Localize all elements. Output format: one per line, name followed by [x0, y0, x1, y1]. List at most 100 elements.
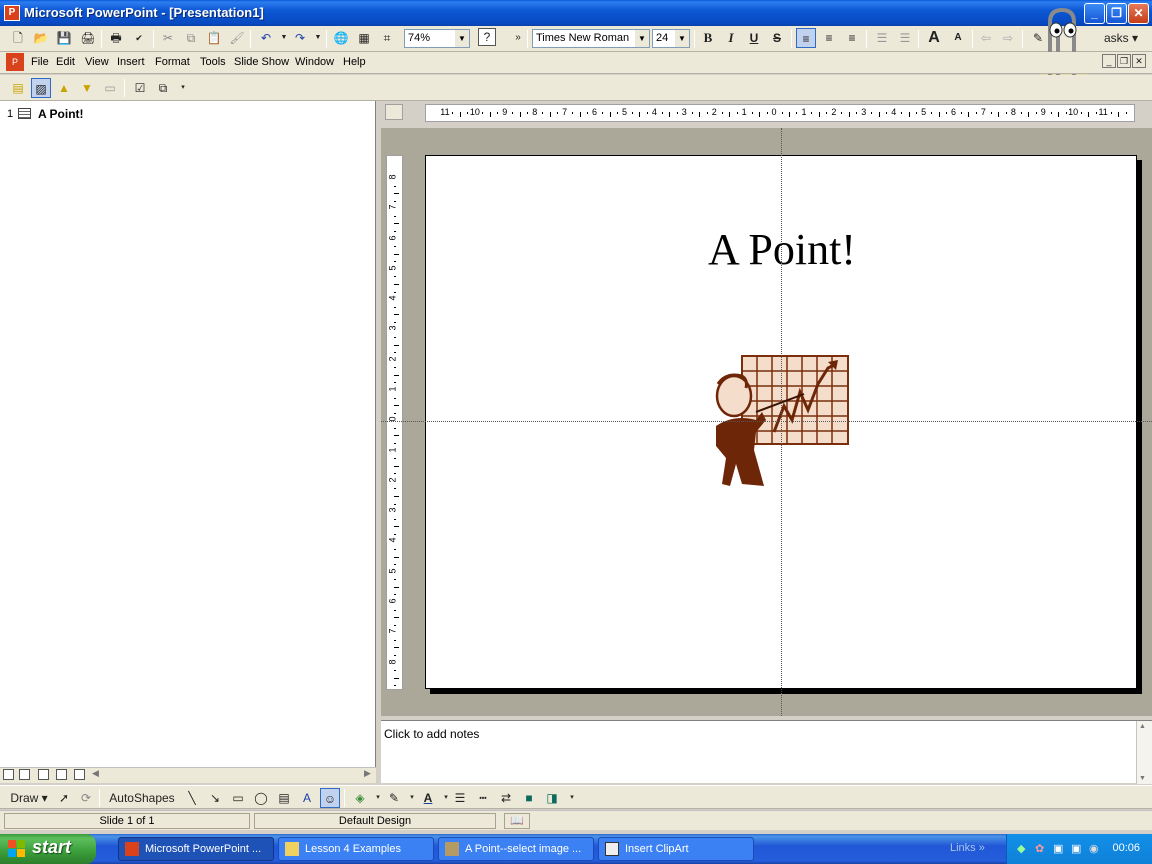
print-icon[interactable]: 🖶	[106, 28, 126, 48]
powerpoint-icon[interactable]: P	[4, 5, 20, 21]
undo-icon[interactable]: ↶	[256, 28, 276, 48]
line-color-icon[interactable]: ✎	[384, 788, 404, 808]
network-icon[interactable]: ▣	[1053, 842, 1063, 855]
restore-button[interactable]: ❐	[1106, 3, 1127, 24]
insert-table-icon[interactable]: ▦	[354, 28, 374, 48]
dash-style-icon[interactable]: ┅	[473, 788, 493, 808]
toolbar-options-icon[interactable]: ▾	[562, 788, 582, 808]
italic-button[interactable]: I	[721, 28, 741, 48]
bold-button[interactable]: B	[698, 28, 718, 48]
demote-icon[interactable]: ⇨	[998, 28, 1018, 48]
text-box-icon[interactable]: ▤	[274, 788, 294, 808]
spelling-status-icon[interactable]: 📖	[504, 813, 530, 829]
taskbar-paint[interactable]: A Point--select image ...	[438, 837, 594, 861]
numbering-icon[interactable]: ☰	[872, 28, 892, 48]
horizontal-guide[interactable]	[381, 421, 1152, 422]
save-icon[interactable]: 💾	[54, 28, 74, 48]
scroll-up-icon[interactable]: ▲	[1139, 723, 1146, 730]
doc-minimize-button[interactable]: _	[1102, 54, 1116, 68]
clipart-businessman-chart-icon[interactable]	[712, 354, 852, 490]
move-up-icon[interactable]: ▲	[54, 78, 74, 98]
redo-dropdown-icon[interactable]: ▼	[308, 28, 328, 48]
doc-close-button[interactable]: ✕	[1132, 54, 1146, 68]
free-rotate-icon[interactable]: ⟳	[76, 788, 96, 808]
slide-show-view-icon[interactable]	[74, 769, 85, 780]
start-button[interactable]: start	[0, 834, 96, 864]
autoshapes-button[interactable]: AutoShapes ▾	[106, 788, 178, 825]
taskbar-powerpoint[interactable]: Microsoft PowerPoint ...	[118, 837, 274, 861]
open-folder-icon[interactable]: 📂	[31, 28, 51, 48]
bullets-icon[interactable]: ☰	[895, 28, 915, 48]
scroll-right-icon[interactable]: ▶	[364, 768, 371, 779]
copy-icon[interactable]: ⧉	[181, 28, 201, 48]
outline-pane[interactable]: 1 A Point!	[0, 101, 376, 767]
vertical-guide[interactable]	[781, 128, 782, 716]
insert-clipart-icon[interactable]: ☺	[320, 788, 340, 808]
taskbar-lesson-folder[interactable]: Lesson 4 Examples	[278, 837, 434, 861]
shadow-style-icon[interactable]: ■	[519, 788, 539, 808]
close-button[interactable]: ✕	[1128, 3, 1149, 24]
cut-icon[interactable]: ✂	[158, 28, 178, 48]
draw-menu-button[interactable]: Draw ▾	[8, 788, 50, 808]
slide-title[interactable]: A Point!	[426, 224, 1138, 275]
menu-file[interactable]: File	[31, 56, 49, 68]
menu-slide-show[interactable]: Slide Show	[234, 56, 289, 68]
menu-tools[interactable]: Tools	[200, 56, 226, 68]
menu-edit[interactable]: Edit	[56, 56, 75, 68]
help-icon[interactable]: ?	[478, 28, 496, 46]
shadow-button[interactable]: S	[767, 28, 787, 48]
toolbar-options-icon[interactable]: ▾	[173, 78, 193, 98]
redo-icon[interactable]: ↷	[290, 28, 310, 48]
font-size-combo[interactable]: 24 ▼	[652, 29, 690, 48]
promote-icon[interactable]: ⇦	[976, 28, 996, 48]
slide-sorter-view-icon[interactable]	[56, 769, 67, 780]
decrease-font-icon[interactable]: A	[948, 28, 968, 48]
document-icon[interactable]: P	[6, 53, 24, 71]
insert-chart-icon[interactable]: ⌗	[377, 28, 397, 48]
wordart-icon[interactable]: A	[297, 788, 317, 808]
select-pointer-icon[interactable]: ➚	[54, 788, 74, 808]
align-left-icon[interactable]: ≡	[796, 28, 816, 48]
font-color-icon[interactable]: A	[418, 788, 438, 808]
chevron-down-icon[interactable]: ▼	[455, 30, 469, 47]
menu-view[interactable]: View	[85, 56, 109, 68]
normal-view-icon[interactable]	[3, 769, 14, 780]
increase-font-icon[interactable]: A	[924, 28, 944, 48]
zoom-combo[interactable]: 74% ▼	[404, 29, 470, 48]
slide-view-icon[interactable]	[38, 769, 49, 780]
oval-icon[interactable]: ◯	[251, 788, 271, 808]
font-name-combo[interactable]: Times New Roman ▼	[532, 29, 650, 48]
3d-style-icon[interactable]: ◨	[542, 788, 562, 808]
format-painter-icon[interactable]: 🖌	[227, 28, 247, 48]
summary-slide-icon[interactable]: ▤	[8, 78, 28, 98]
scroll-down-icon[interactable]: ▼	[1139, 775, 1146, 782]
line-icon[interactable]: ╲	[182, 788, 202, 808]
clock[interactable]: 00:06	[1112, 842, 1140, 854]
outline-view-icon[interactable]	[19, 769, 30, 780]
underline-button[interactable]: U	[744, 28, 764, 48]
notes-scrollbar[interactable]: ▲ ▼	[1136, 721, 1152, 784]
scroll-left-icon[interactable]: ◀	[92, 768, 99, 779]
doc-restore-button[interactable]: ❐	[1117, 54, 1131, 68]
collapse-icon[interactable]: ▭	[100, 78, 120, 98]
rectangle-icon[interactable]: ▭	[228, 788, 248, 808]
taskbar-insert-clipart[interactable]: Insert ClipArt	[598, 837, 754, 861]
menu-insert[interactable]: Insert	[117, 56, 145, 68]
new-document-icon[interactable]: 🗋	[8, 28, 28, 48]
show-formatting-icon[interactable]: ▨	[31, 78, 51, 98]
align-center-icon[interactable]: ≡	[819, 28, 839, 48]
toolbar-options-icon[interactable]: »	[508, 28, 528, 48]
hyperlink-icon[interactable]: 🌐	[331, 28, 351, 48]
links-toolbar[interactable]: Links »	[950, 842, 985, 854]
menu-window[interactable]: Window	[295, 56, 334, 68]
arrow-icon[interactable]: ↘	[205, 788, 225, 808]
spelling-icon[interactable]: ✔	[129, 28, 149, 48]
outline-slide-title[interactable]: A Point!	[38, 107, 84, 121]
line-style-icon[interactable]: ☰	[450, 788, 470, 808]
permission-icon[interactable]: 🖨	[78, 28, 98, 48]
chevron-down-icon[interactable]: ▼	[635, 30, 649, 47]
expand-all-icon[interactable]: ⧉	[153, 78, 173, 98]
arrow-style-icon[interactable]: ⇄	[496, 788, 516, 808]
volume-icon[interactable]: ◉	[1089, 842, 1099, 855]
fill-color-icon[interactable]: ◈	[350, 788, 370, 808]
